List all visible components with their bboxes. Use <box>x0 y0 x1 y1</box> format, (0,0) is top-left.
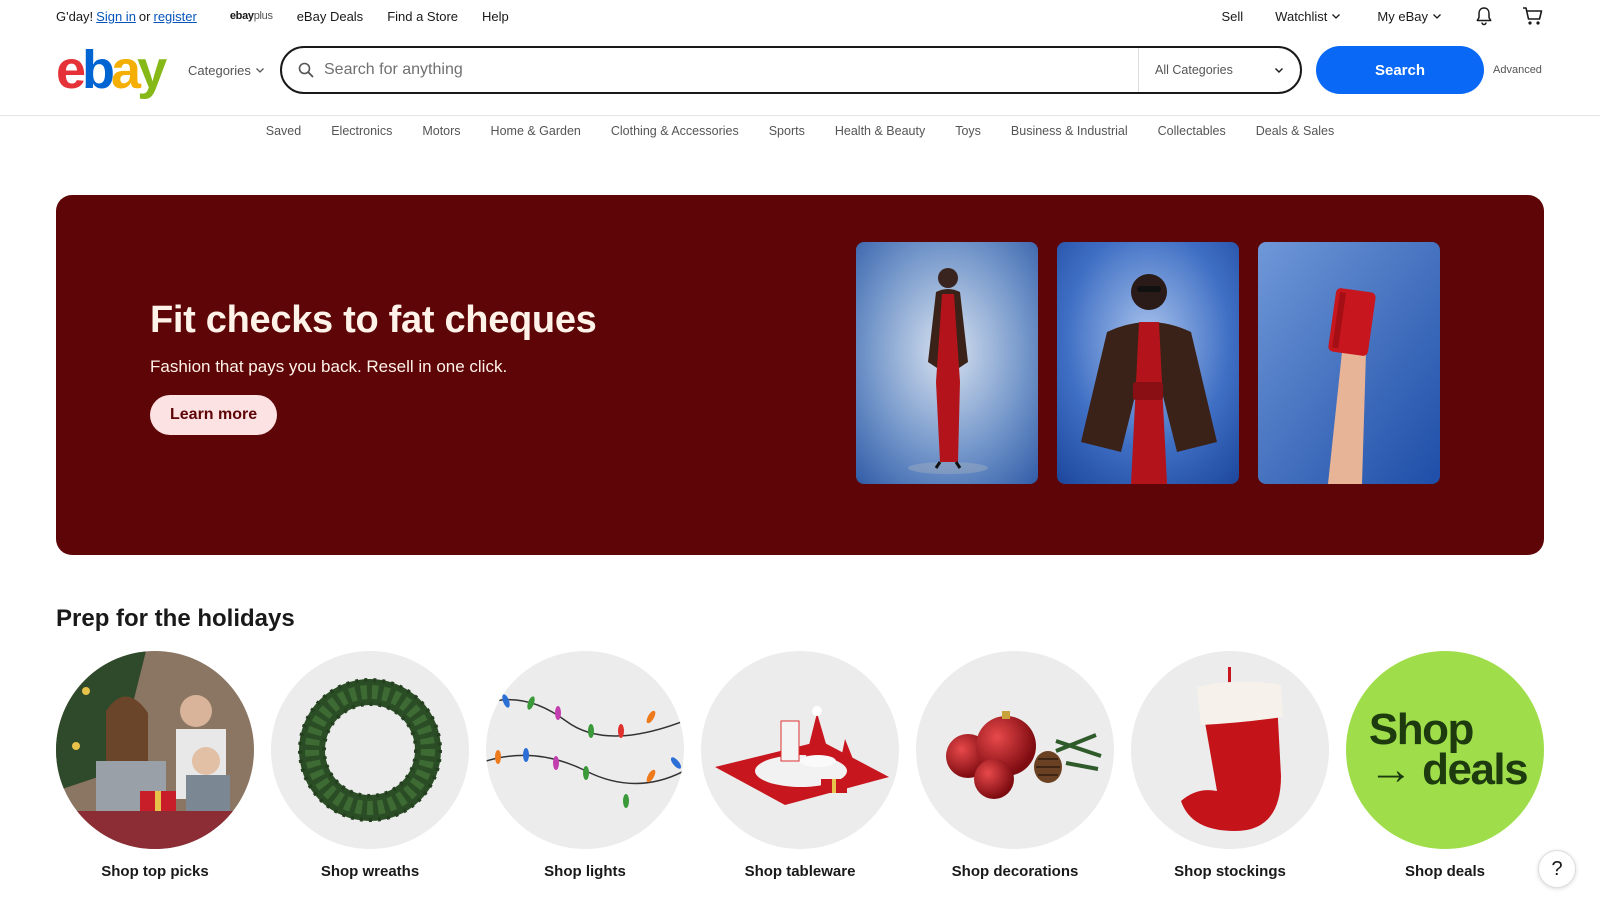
hero-image-model-jacket[interactable] <box>1057 242 1239 484</box>
section-title-holidays: Prep for the holidays <box>56 605 295 632</box>
sign-in-link[interactable]: Sign in <box>96 9 136 24</box>
nav-item-home-garden[interactable]: Home & Garden <box>491 124 581 138</box>
holiday-card-decorations[interactable]: Shop decorations <box>916 651 1114 880</box>
my-ebay-label: My eBay <box>1377 8 1428 24</box>
decorations-image <box>916 651 1114 849</box>
deals-art-line-1: Shop <box>1368 705 1474 754</box>
holiday-card-deals[interactable]: Shop → deals Shop deals <box>1346 651 1544 880</box>
header-divider <box>0 115 1600 116</box>
or-text: or <box>138 8 151 24</box>
nav-item-clothing[interactable]: Clothing & Accessories <box>611 124 739 138</box>
deals-art-line-2: → deals <box>1368 745 1529 794</box>
category-nav: Saved Electronics Motors Home & Garden C… <box>0 124 1600 138</box>
register-link[interactable]: register <box>153 9 196 24</box>
nav-item-sports[interactable]: Sports <box>769 124 805 138</box>
help-button[interactable]: ? <box>1538 850 1576 888</box>
search-button[interactable]: Search <box>1316 46 1484 94</box>
chevron-down-icon <box>255 68 264 73</box>
deals-image: Shop → deals <box>1346 651 1544 849</box>
chevron-down-icon <box>1433 14 1441 19</box>
nav-item-toys[interactable]: Toys <box>955 124 981 138</box>
holiday-card-top-picks[interactable]: Shop top picks <box>56 651 254 880</box>
chevron-down-icon <box>1332 14 1341 19</box>
tableware-image <box>701 651 899 849</box>
help-link[interactable]: Help <box>482 9 509 24</box>
ebay-plus-brand: ebay <box>229 10 254 22</box>
nav-item-saved[interactable]: Saved <box>266 124 301 138</box>
nav-item-deals-sales[interactable]: Deals & Sales <box>1256 124 1335 138</box>
ebay-logo[interactable]: e b a y <box>56 43 176 97</box>
find-store-link[interactable]: Find a Store <box>387 9 458 24</box>
nav-item-electronics[interactable]: Electronics <box>331 124 392 138</box>
advanced-search-link[interactable]: Advanced <box>1493 64 1542 76</box>
learn-more-button[interactable]: Learn more <box>150 395 278 435</box>
holiday-label: Shop decorations <box>951 863 1079 880</box>
hero-subtitle: Fashion that pays you back. Resell in on… <box>150 357 508 376</box>
hero-banner[interactable]: Fit checks to fat cheques Fashion that p… <box>56 195 1544 555</box>
logo-letter-a: a <box>111 40 141 100</box>
search-icon <box>298 62 314 78</box>
holiday-card-wreaths[interactable]: Shop wreaths <box>271 651 469 880</box>
shopping-cart-icon[interactable] <box>1522 6 1544 26</box>
logo-letter-e: e <box>56 40 86 100</box>
my-ebay-menu[interactable]: My eBay <box>1377 9 1442 24</box>
notifications-bell-icon[interactable] <box>1474 6 1494 26</box>
lights-image <box>486 651 684 849</box>
top-picks-image <box>56 651 254 849</box>
holiday-label: Shop wreaths <box>320 863 420 880</box>
nav-item-business-industrial[interactable]: Business & Industrial <box>1011 124 1128 138</box>
holiday-label: Shop top picks <box>101 863 209 880</box>
holiday-label: Shop stockings <box>1174 863 1286 880</box>
nav-item-motors[interactable]: Motors <box>422 124 460 138</box>
hero-image-hand-wallet[interactable] <box>1258 242 1440 484</box>
holiday-label: Shop lights <box>544 863 626 880</box>
holiday-card-tableware[interactable]: Shop tableware <box>701 651 899 880</box>
holiday-label: Shop deals <box>1404 863 1486 880</box>
logo-letter-y: y <box>137 40 167 100</box>
holiday-card-lights[interactable]: Shop lights <box>486 651 684 880</box>
main-header: e b a y Categories All Categories Search… <box>56 43 1544 97</box>
greeting-text: G'day! <box>56 8 94 24</box>
sell-link[interactable]: Sell <box>1221 9 1243 24</box>
category-select-value: All Categories <box>1155 63 1233 77</box>
holiday-label: Shop tableware <box>744 863 856 880</box>
hero-title: Fit checks to fat cheques <box>150 299 597 341</box>
hero-image-model-standing[interactable] <box>856 242 1038 484</box>
holiday-category-row: Shop top picks Shop wreaths Shop lights … <box>56 651 1544 880</box>
greeting: G'day! Sign in or register <box>56 9 200 24</box>
ebay-plus-suffix: plus <box>253 10 273 22</box>
search-input[interactable] <box>314 48 1138 92</box>
stocking-image <box>1131 651 1329 849</box>
logo-letter-b: b <box>82 40 115 100</box>
watchlist-label: Watchlist <box>1275 8 1328 24</box>
ebay-plus-link[interactable]: ebayplus <box>230 10 273 22</box>
search-box: All Categories <box>280 46 1302 94</box>
category-select[interactable]: All Categories <box>1138 48 1300 92</box>
chevron-down-icon <box>1275 68 1283 73</box>
nav-item-health-beauty[interactable]: Health & Beauty <box>835 124 925 138</box>
categories-dropdown[interactable]: Categories <box>188 63 272 78</box>
ebay-deals-link[interactable]: eBay Deals <box>297 9 363 24</box>
nav-item-collectables[interactable]: Collectables <box>1158 124 1226 138</box>
categories-label: Categories <box>188 62 251 78</box>
wreath-image <box>271 651 469 849</box>
holiday-card-stockings[interactable]: Shop stockings <box>1131 651 1329 880</box>
top-utility-bar: G'day! Sign in or register ebayplus eBay… <box>56 0 1544 32</box>
watchlist-menu[interactable]: Watchlist <box>1275 9 1341 24</box>
